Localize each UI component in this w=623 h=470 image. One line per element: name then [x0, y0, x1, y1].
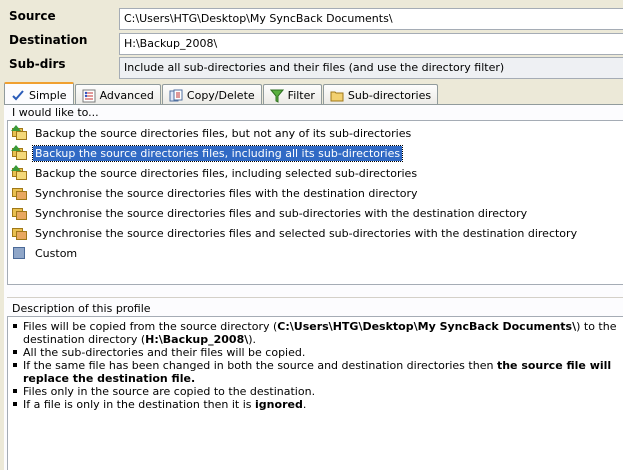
tab-label: Copy/Delete: [186, 89, 255, 102]
advanced-icon: [82, 89, 96, 103]
subdirs-dropdown[interactable]: Include all sub-directories and their fi…: [119, 57, 623, 79]
backup-folder-icon: [11, 145, 28, 161]
divider: [7, 297, 623, 298]
description-title: Description of this profile: [12, 302, 151, 315]
custom-icon: [11, 245, 28, 261]
description-bullet: If the same file has been changed in bot…: [12, 359, 619, 385]
sync-folder-icon: [11, 185, 28, 201]
options-list[interactable]: Backup the source directories files, but…: [7, 120, 623, 285]
option-item[interactable]: Synchronise the source directories files…: [11, 224, 579, 242]
option-item[interactable]: Custom: [11, 244, 79, 262]
tab-label: Filter: [287, 89, 315, 102]
option-label: Backup the source directories files, inc…: [31, 144, 404, 162]
backup-folder-icon: [11, 165, 28, 181]
filter-icon: [269, 89, 284, 103]
copy-delete-icon: [169, 89, 183, 103]
option-item[interactable]: Backup the source directories files, but…: [11, 124, 413, 142]
subdirs-label: Sub-dirs: [9, 57, 66, 71]
option-item[interactable]: Backup the source directories files, inc…: [11, 164, 419, 182]
description-box: Files will be copied from the source dir…: [7, 316, 623, 470]
option-label: Custom: [35, 246, 78, 260]
option-item[interactable]: Synchronise the source directories files…: [11, 204, 529, 222]
tab-bar: Simple Advanced Copy/Delete Filter Sub-d…: [4, 82, 439, 104]
option-label: Backup the source directories files, but…: [35, 126, 412, 140]
tab-advanced[interactable]: Advanced: [74, 84, 161, 104]
source-field[interactable]: C:\Users\HTG\Desktop\My SyncBack Documen…: [119, 8, 623, 30]
simple-icon: [11, 88, 25, 102]
tab-filter[interactable]: Filter: [262, 84, 322, 104]
tab-label: Simple: [29, 88, 67, 102]
description-bullet: Files only in the source are copied to t…: [12, 385, 619, 398]
option-label: Synchronise the source directories files…: [35, 186, 418, 200]
tab-label: Sub-directories: [347, 89, 432, 102]
tab-sub-directories[interactable]: Sub-directories: [322, 84, 439, 104]
tab-label: Advanced: [99, 89, 154, 102]
option-item[interactable]: Synchronise the source directories files…: [11, 184, 420, 202]
sync-folder-icon: [11, 225, 28, 241]
option-label: Backup the source directories files, inc…: [35, 166, 418, 180]
options-title: I would like to...: [12, 106, 99, 119]
tab-copy-delete[interactable]: Copy/Delete: [161, 84, 262, 104]
folder-icon: [330, 89, 344, 103]
source-label: Source: [9, 9, 56, 23]
option-item-selected[interactable]: Backup the source directories files, inc…: [11, 144, 404, 162]
destination-field[interactable]: H:\Backup_2008\: [119, 33, 623, 55]
tab-simple[interactable]: Simple: [4, 82, 74, 104]
description-bullet: Files will be copied from the source dir…: [12, 320, 619, 346]
option-label: Synchronise the source directories files…: [35, 226, 578, 240]
backup-folder-icon: [11, 125, 28, 141]
destination-label: Destination: [9, 33, 88, 47]
description-bullet: If a file is only in the destination the…: [12, 398, 619, 411]
option-label: Synchronise the source directories files…: [35, 206, 528, 220]
description-bullet: All the sub-directories and their files …: [12, 346, 619, 359]
sync-folder-icon: [11, 205, 28, 221]
